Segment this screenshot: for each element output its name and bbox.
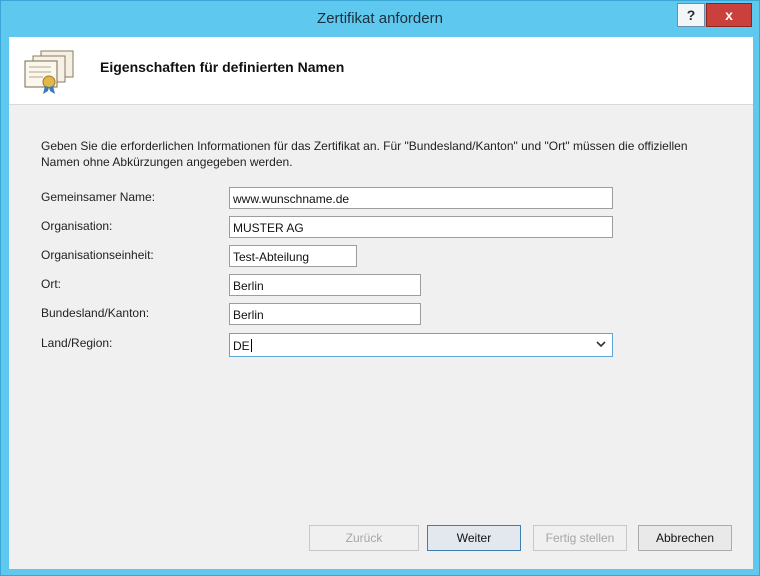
city-input[interactable]: Berlin	[229, 274, 421, 296]
org-unit-input[interactable]: Test-Abteilung	[229, 245, 357, 267]
organization-input[interactable]: MUSTER AG	[229, 216, 613, 238]
title-bar[interactable]: Zertifikat anfordern ? x	[1, 1, 759, 37]
close-button[interactable]: x	[706, 3, 752, 27]
finish-button[interactable]: Fertig stellen	[533, 525, 627, 551]
country-select-value: DE	[233, 339, 250, 353]
help-button[interactable]: ?	[677, 3, 705, 27]
common-name-input[interactable]: www.wunschname.de	[229, 187, 613, 209]
common-name-label: Gemeinsamer Name:	[41, 190, 156, 204]
chevron-down-icon[interactable]	[596, 339, 606, 349]
dialog-body: Eigenschaften für definierten Namen Gebe…	[9, 37, 753, 569]
instruction-text: Geben Sie die erforderlichen Information…	[41, 139, 688, 169]
state-label: Bundesland/Kanton:	[41, 306, 150, 320]
country-select[interactable]: DE	[229, 333, 613, 357]
org-unit-label: Organisationseinheit:	[41, 248, 154, 262]
wizard-header: Eigenschaften für definierten Namen	[9, 37, 753, 105]
organization-label: Organisation:	[41, 219, 113, 233]
page-title: Eigenschaften für definierten Namen	[100, 59, 345, 75]
state-input[interactable]: Berlin	[229, 303, 421, 325]
certificate-icon	[24, 50, 74, 94]
cancel-button[interactable]: Abbrechen	[638, 525, 732, 551]
next-button[interactable]: Weiter	[427, 525, 521, 551]
country-label: Land/Region:	[41, 336, 113, 350]
text-cursor	[250, 339, 252, 352]
back-button[interactable]: Zurück	[309, 525, 419, 551]
city-label: Ort:	[41, 277, 61, 291]
window-title: Zertifikat anfordern	[317, 10, 443, 27]
certificate-request-window: Zertifikat anfordern ? x Eigenschaften f…	[0, 0, 760, 576]
